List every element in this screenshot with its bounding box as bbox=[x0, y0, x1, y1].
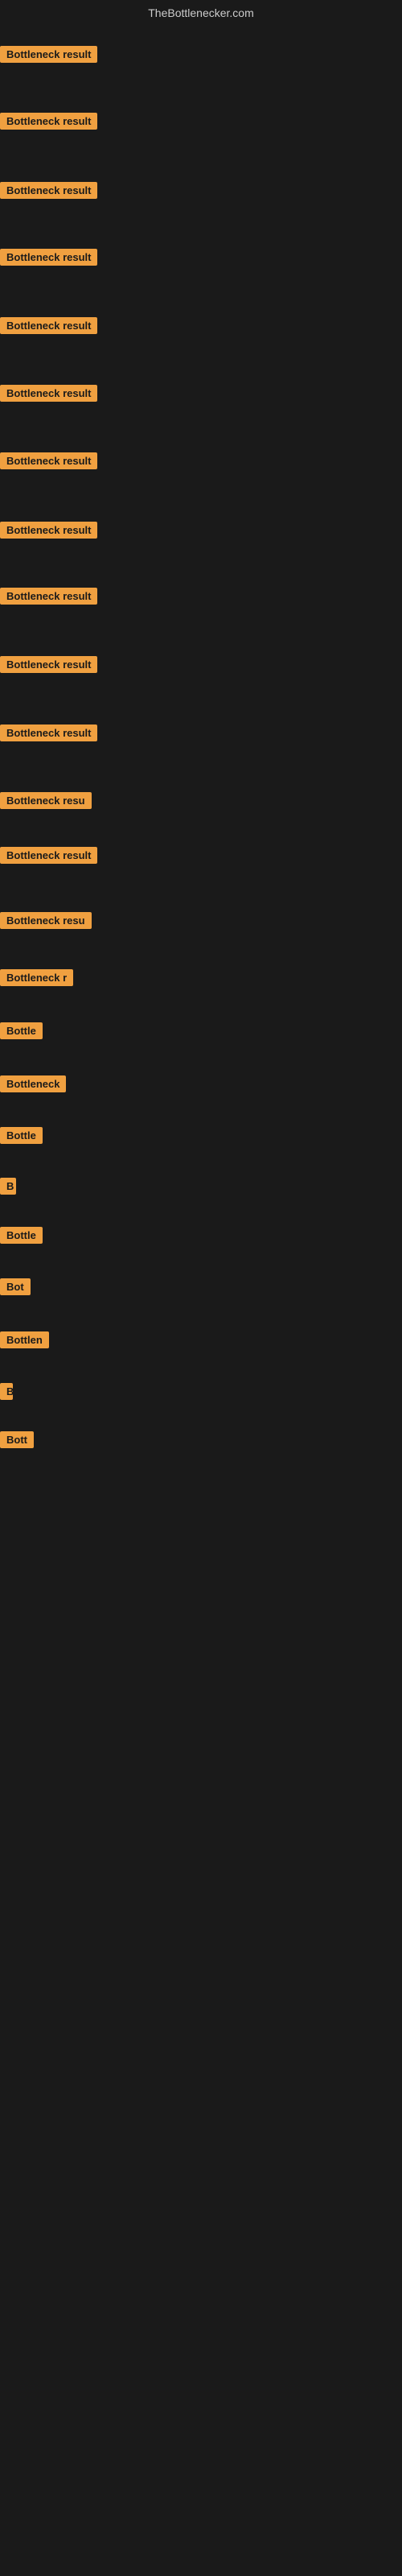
site-header: TheBottlenecker.com bbox=[0, 0, 402, 23]
bottleneck-badge-3[interactable]: Bottleneck result bbox=[0, 182, 97, 199]
bottleneck-badge-23[interactable]: B bbox=[0, 1383, 13, 1400]
result-row-6: Bottleneck result bbox=[0, 385, 402, 406]
bottleneck-badge-1[interactable]: Bottleneck result bbox=[0, 46, 97, 63]
bottleneck-badge-8[interactable]: Bottleneck result bbox=[0, 522, 97, 539]
bottleneck-badge-12[interactable]: Bottleneck resu bbox=[0, 792, 92, 809]
result-row-17: Bottleneck bbox=[0, 1075, 402, 1096]
bottleneck-badge-10[interactable]: Bottleneck result bbox=[0, 656, 97, 673]
bottleneck-badge-5[interactable]: Bottleneck result bbox=[0, 317, 97, 334]
result-row-18: Bottle bbox=[0, 1127, 402, 1148]
bottleneck-badge-7[interactable]: Bottleneck result bbox=[0, 452, 97, 469]
bottleneck-badge-18[interactable]: Bottle bbox=[0, 1127, 43, 1144]
results-container: Bottleneck result Bottleneck result Bottle… bbox=[0, 46, 402, 1452]
result-row-4: Bottleneck result bbox=[0, 249, 402, 270]
bottleneck-badge-6[interactable]: Bottleneck result bbox=[0, 385, 97, 402]
result-row-10: Bottleneck result bbox=[0, 656, 402, 677]
result-row-21: Bot bbox=[0, 1278, 402, 1299]
bottleneck-badge-14[interactable]: Bottleneck resu bbox=[0, 912, 92, 929]
bottleneck-badge-13[interactable]: Bottleneck result bbox=[0, 847, 97, 864]
result-row-24: Bott bbox=[0, 1431, 402, 1452]
bottleneck-badge-9[interactable]: Bottleneck result bbox=[0, 588, 97, 605]
bottleneck-badge-19[interactable]: B bbox=[0, 1178, 16, 1195]
result-row-7: Bottleneck result bbox=[0, 452, 402, 473]
result-row-2: Bottleneck result bbox=[0, 113, 402, 134]
bottleneck-badge-2[interactable]: Bottleneck result bbox=[0, 113, 97, 130]
result-row-9: Bottleneck result bbox=[0, 588, 402, 609]
bottleneck-badge-11[interactable]: Bottleneck result bbox=[0, 724, 97, 741]
site-title: TheBottlenecker.com bbox=[0, 0, 402, 23]
result-row-16: Bottle bbox=[0, 1022, 402, 1043]
bottleneck-badge-24[interactable]: Bott bbox=[0, 1431, 34, 1448]
bottleneck-badge-21[interactable]: Bot bbox=[0, 1278, 31, 1295]
bottleneck-badge-22[interactable]: Bottlen bbox=[0, 1331, 49, 1348]
bottleneck-badge-17[interactable]: Bottleneck bbox=[0, 1075, 66, 1092]
bottleneck-badge-4[interactable]: Bottleneck result bbox=[0, 249, 97, 266]
result-row-1: Bottleneck result bbox=[0, 46, 402, 67]
result-row-19: B bbox=[0, 1178, 402, 1199]
result-row-23: B bbox=[0, 1383, 402, 1404]
result-row-13: Bottleneck result bbox=[0, 847, 402, 868]
bottleneck-badge-15[interactable]: Bottleneck r bbox=[0, 969, 73, 986]
result-row-14: Bottleneck resu bbox=[0, 912, 402, 933]
bottleneck-badge-20[interactable]: Bottle bbox=[0, 1227, 43, 1244]
result-row-12: Bottleneck resu bbox=[0, 792, 402, 813]
result-row-5: Bottleneck result bbox=[0, 317, 402, 338]
result-row-3: Bottleneck result bbox=[0, 182, 402, 203]
result-row-20: Bottle bbox=[0, 1227, 402, 1248]
result-row-22: Bottlen bbox=[0, 1331, 402, 1352]
result-row-15: Bottleneck r bbox=[0, 969, 402, 990]
result-row-8: Bottleneck result bbox=[0, 522, 402, 543]
result-row-11: Bottleneck result bbox=[0, 724, 402, 745]
bottleneck-badge-16[interactable]: Bottle bbox=[0, 1022, 43, 1039]
